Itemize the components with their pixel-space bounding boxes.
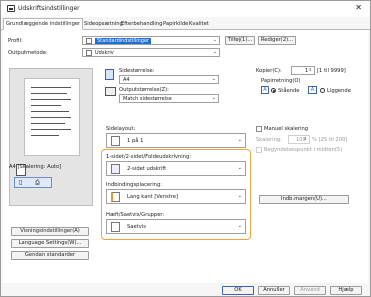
settings-panel: Profil: Standardindstillinger ⌄ Tilføj(1… xyxy=(3,30,368,283)
add-profile-button[interactable]: Tilføj(1)... xyxy=(225,36,255,45)
profile-value: Standardindstillinger xyxy=(95,38,152,44)
printer-icon xyxy=(7,5,15,12)
tab-basic-settings[interactable]: Grundlæggende indstillinger xyxy=(3,18,84,30)
view-toggle-button[interactable]: ▯ ⎙ xyxy=(14,177,52,188)
copies-range: [1 til 9999] xyxy=(317,68,346,74)
binding-value: Lang kant [Venstre] xyxy=(127,194,178,200)
preview-caption: A4 [Skalering: Auto] xyxy=(9,164,62,170)
landscape-radio[interactable] xyxy=(320,88,325,93)
tab-paper-source[interactable]: Papirkilde xyxy=(161,19,190,29)
portrait-label: Stående xyxy=(278,88,300,94)
page-layout-select[interactable]: 1 på 1 ⌄ xyxy=(106,133,246,148)
center-origin-checkbox[interactable] xyxy=(256,147,262,153)
cancel-button[interactable]: Annuller xyxy=(258,286,290,295)
apply-button[interactable]: Anvend xyxy=(294,286,326,295)
center-origin-label: Begyndelsespunkt i midten(5) xyxy=(264,147,343,153)
stepper-arrows-icon[interactable]: ⇕ xyxy=(309,67,312,72)
title-bar: Udskriftsindstillinger ✕ xyxy=(1,1,370,17)
manual-scaling-label: Manuel skalering xyxy=(264,126,309,132)
profile-select[interactable]: Standardindstillinger ⌄ xyxy=(82,36,220,45)
close-icon[interactable]: ✕ xyxy=(355,4,362,12)
scaling-label: Skalering: xyxy=(256,137,282,143)
output-method-select[interactable]: Udskriv ⌄ xyxy=(82,48,220,57)
binding-icon xyxy=(111,192,120,202)
manual-scaling-checkbox[interactable] xyxy=(256,126,262,132)
chevron-down-icon: ⌄ xyxy=(211,95,216,101)
help-button[interactable]: Hjælp xyxy=(330,286,362,295)
chevron-down-icon: ⌄ xyxy=(212,37,217,43)
window-title: Udskriftsindstillinger xyxy=(18,5,80,12)
dialog-footer: OK Annuller Anvend Hjælp xyxy=(1,283,370,297)
page-size-value: A4 xyxy=(123,77,130,83)
output-size-value: Match sidestørrelse xyxy=(123,96,172,102)
copies-label: Kopier(C): xyxy=(256,68,282,74)
finishing-value: Saetvis xyxy=(127,224,146,230)
single-page-icon xyxy=(111,136,120,146)
output-size-select[interactable]: Match sidestørrelse ⌄ xyxy=(119,94,219,103)
output-size-label: Outputstørrelse(Z): xyxy=(119,87,169,93)
stepper-arrows-icon[interactable]: ⇕ xyxy=(304,136,307,141)
duplex-select[interactable]: 2-sidet udskrift ⌄ xyxy=(106,161,246,176)
page-size-label: Sidestørrelse: xyxy=(119,68,155,74)
chevron-down-icon: ⌄ xyxy=(237,165,242,171)
language-settings-button[interactable]: Language Settings(W)... xyxy=(11,239,89,248)
printer-view-icon: ⎙ xyxy=(35,179,40,186)
chevron-down-icon: ⌄ xyxy=(237,137,242,143)
orientation-label: Papirretning(O) xyxy=(261,78,301,84)
duplex-label: 1-sidet/2-sidet/Foldeudskrivning: xyxy=(106,154,192,160)
duplex-icon xyxy=(111,164,120,174)
edit-profile-button[interactable]: Rediger(2)... xyxy=(258,36,296,45)
page-layout-label: Sidelayout: xyxy=(106,126,136,132)
ok-button[interactable]: OK xyxy=(222,286,254,295)
binding-margin-button[interactable]: Indb.margen(U)... xyxy=(259,195,349,204)
page-layout-value: 1 på 1 xyxy=(127,138,144,144)
binding-select[interactable]: Lang kant [Venstre] ⌄ xyxy=(106,189,246,204)
portrait-icon: A xyxy=(261,86,269,94)
tab-quality[interactable]: Kvalitet xyxy=(187,19,211,29)
chevron-down-icon: ⌄ xyxy=(211,76,216,82)
finishing-select[interactable]: Saetvis ⌄ xyxy=(106,219,246,234)
tab-bar: Grundlæggende indstillinger Sideopsætnin… xyxy=(1,18,370,30)
page-preview: ▯ ⎙ xyxy=(9,68,93,206)
page-size-select[interactable]: A4 ⌄ xyxy=(119,75,219,84)
profile-icon xyxy=(86,38,92,44)
output-method-value: Udskriv xyxy=(95,50,114,56)
finishing-label: Hæft/Saetvis/Grupper: xyxy=(106,212,165,218)
binding-label: Indbindingsplacering: xyxy=(106,182,163,188)
output-method-label: Outputmetode: xyxy=(8,50,48,56)
tab-finishing[interactable]: Efterbehandling xyxy=(119,19,164,29)
restore-defaults-button[interactable]: Gendan standarder xyxy=(11,251,89,260)
view-settings-button[interactable]: Visningsindstillinger(A) xyxy=(11,227,89,236)
output-size-icon xyxy=(105,87,116,96)
scaling-input[interactable]: 100 ⇕ xyxy=(288,135,310,144)
profile-label: Profil: xyxy=(8,38,23,44)
print-settings-dialog: Udskriftsindstillinger ✕ Grundlæggende i… xyxy=(0,0,371,297)
scaling-range: % [25 til 200] xyxy=(312,137,348,143)
landscape-label: Liggende xyxy=(327,88,351,94)
chevron-down-icon: ⌄ xyxy=(212,49,217,55)
page-view-icon: ▯ xyxy=(19,179,23,186)
page-size-icon xyxy=(105,69,114,80)
chevron-down-icon: ⌄ xyxy=(237,193,242,199)
preview-page xyxy=(24,78,80,156)
portrait-radio[interactable] xyxy=(271,88,276,93)
landscape-icon: A xyxy=(308,86,317,94)
duplex-value: 2-sidet udskrift xyxy=(127,166,167,172)
print-icon xyxy=(86,50,92,56)
collate-icon xyxy=(111,222,120,232)
copies-stepper[interactable]: 1 ⇕ xyxy=(291,66,315,75)
chevron-down-icon: ⌄ xyxy=(237,223,242,229)
